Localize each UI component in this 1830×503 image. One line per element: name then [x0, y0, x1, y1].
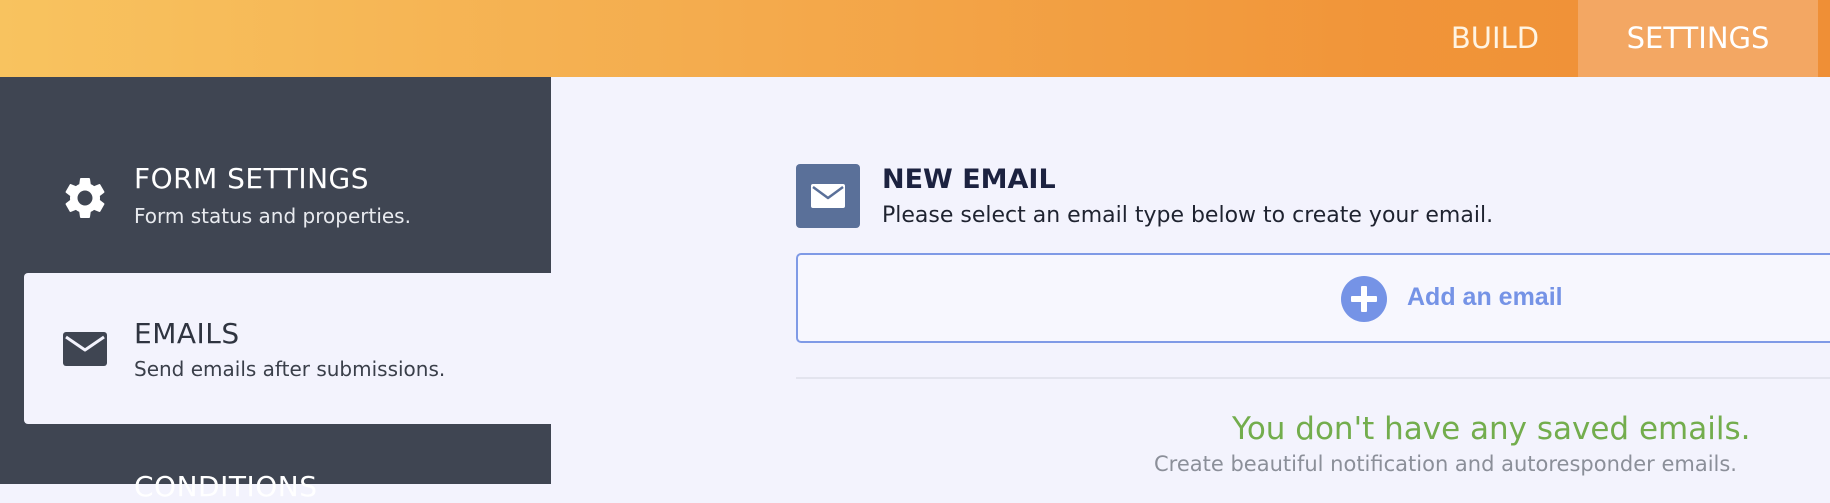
envelope-icon [63, 332, 107, 366]
new-email-description: Please select an email type below to cre… [882, 203, 1494, 228]
divider [796, 377, 1830, 379]
add-email-label[interactable]: Add an email [1407, 283, 1563, 312]
add-email-button[interactable] [796, 253, 1830, 343]
tab-build[interactable]: BUILD [1412, 0, 1578, 77]
sidebar-item-form-settings[interactable]: FORM SETTINGS Form status and properties… [0, 77, 551, 273]
new-email-title: NEW EMAIL [882, 164, 1056, 195]
empty-state-title: You don't have any saved emails. [1232, 411, 1751, 447]
sidebar-item-emails[interactable]: EMAILS Send emails after submissions. [24, 273, 551, 424]
gear-icon [65, 178, 105, 218]
top-nav-edge [1818, 0, 1830, 77]
envelope-icon [796, 164, 860, 228]
top-nav-bar: BUILD SETTINGS [0, 0, 1830, 77]
sidebar-item-subtitle: Form status and properties. [134, 204, 411, 228]
sidebar-item-subtitle: Send emails after submissions. [134, 357, 446, 381]
sidebar-item-conditions[interactable]: CONDITIONS [134, 470, 317, 503]
tab-settings[interactable]: SETTINGS [1578, 0, 1818, 77]
sidebar-item-title: FORM SETTINGS [134, 162, 370, 195]
plus-circle-icon[interactable] [1340, 275, 1388, 323]
empty-state-subtitle: Create beautiful notification and autore… [1154, 452, 1737, 476]
sidebar-item-title: EMAILS [134, 317, 240, 350]
